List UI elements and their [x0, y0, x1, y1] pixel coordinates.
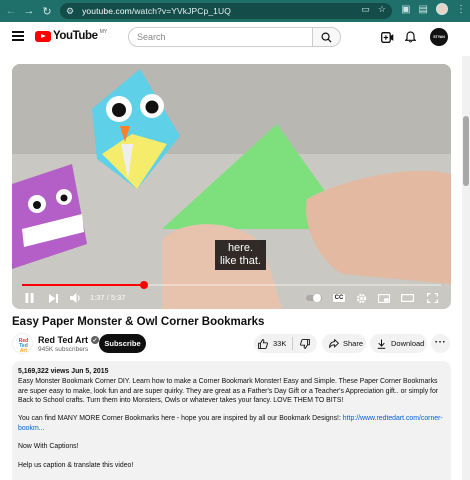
- cast-icon[interactable]: ▭: [361, 4, 370, 15]
- description-translate-note: Help us caption & translate this video!: [18, 461, 134, 469]
- profile-avatar[interactable]: [436, 3, 448, 15]
- search-icon: [321, 32, 332, 43]
- share-button[interactable]: Share: [322, 334, 366, 353]
- subscribe-button[interactable]: Subscribe: [99, 334, 146, 353]
- reload-icon[interactable]: ↻: [38, 0, 56, 22]
- more-actions-button[interactable]: ···: [431, 334, 450, 353]
- page-scrollbar[interactable]: [462, 56, 470, 480]
- download-icon: [377, 339, 386, 349]
- svg-text:Art: Art: [20, 348, 28, 354]
- video-player[interactable]: here. like that. 1:37 / 5:37 CC: [12, 64, 451, 309]
- youtube-logo[interactable]: YouTube MY: [35, 29, 107, 42]
- search-input[interactable]: [137, 32, 297, 42]
- description-links: You can find MANY MORE Corner Bookmarks …: [18, 415, 443, 432]
- search-box: [128, 27, 313, 47]
- miniplayer-icon[interactable]: [378, 291, 390, 305]
- like-button[interactable]: 33K: [258, 334, 292, 353]
- player-controls: 1:37 / 5:37 CC: [12, 288, 451, 308]
- like-icon: [258, 338, 268, 349]
- time-display: 1:37 / 5:37: [90, 293, 126, 302]
- search-button[interactable]: [312, 27, 341, 47]
- channel-name[interactable]: Red Ted Art ✓: [38, 335, 100, 345]
- extensions-icon[interactable]: ▣: [401, 4, 410, 15]
- play-pause-icon[interactable]: [24, 291, 34, 305]
- description-captions-note: Now With Captions!: [18, 443, 79, 451]
- settings-icon[interactable]: [355, 291, 367, 305]
- star-icon[interactable]: ☆: [378, 4, 386, 15]
- autoplay-toggle[interactable]: [306, 291, 322, 305]
- forward-icon[interactable]: →: [20, 0, 38, 22]
- progress-bar[interactable]: [22, 281, 441, 289]
- like-dislike-group: 33K: [254, 334, 317, 353]
- address-bar[interactable]: ⚙ youtube.com/watch?v=YVkJPCp_1UQ ▭ ☆: [60, 3, 392, 19]
- tune-icon[interactable]: ⚙: [66, 6, 74, 17]
- volume-icon[interactable]: [70, 291, 82, 305]
- fullscreen-icon[interactable]: [426, 291, 438, 305]
- description-text: Easy Monster Bookmark Corner DIY. Learn …: [18, 378, 439, 404]
- scrollbar-thumb[interactable]: [463, 116, 469, 186]
- video-title: Easy Paper Monster & Owl Corner Bookmark…: [12, 316, 265, 328]
- share-icon: [329, 339, 339, 348]
- bell-icon[interactable]: [403, 30, 417, 44]
- like-separator: [292, 337, 293, 350]
- youtube-play-icon: [35, 30, 51, 42]
- progress-fill: [22, 284, 144, 286]
- create-icon[interactable]: [380, 30, 394, 44]
- back-icon[interactable]: ←: [2, 0, 20, 22]
- video-frame: [12, 64, 451, 309]
- views-date: 5,169,322 views Jun 5, 2015: [18, 368, 109, 375]
- menu-icon[interactable]: [12, 31, 24, 41]
- dislike-button[interactable]: [296, 334, 314, 353]
- channel-avatar[interactable]: Red Ted Art: [12, 333, 33, 354]
- tab-search-icon[interactable]: ▤: [419, 4, 428, 15]
- download-button[interactable]: Download: [370, 334, 427, 353]
- more-icon: ···: [434, 336, 447, 348]
- subtitles-button[interactable]: CC: [332, 291, 346, 305]
- avatar[interactable]: STYAN: [430, 28, 448, 46]
- subscriber-count: 945K subscribers: [38, 346, 89, 353]
- verified-icon: ✓: [91, 336, 100, 344]
- description-box[interactable]: 5,169,322 views Jun 5, 2015 Easy Monster…: [12, 361, 451, 480]
- url-text: youtube.com/watch?v=YVkJPCp_1UQ: [82, 6, 231, 16]
- next-icon[interactable]: [48, 291, 58, 305]
- video-caption: here. like that.: [215, 240, 266, 270]
- channel-logo: RedTedArt: [19, 338, 28, 354]
- dislike-icon: [300, 338, 310, 349]
- chrome-menu-icon[interactable]: ⋮: [456, 4, 466, 15]
- theater-icon[interactable]: [401, 291, 414, 305]
- browser-toolbar: ← → ↻ ⚙ youtube.com/watch?v=YVkJPCp_1UQ …: [0, 0, 470, 22]
- youtube-header: YouTube MY STYAN: [0, 22, 470, 56]
